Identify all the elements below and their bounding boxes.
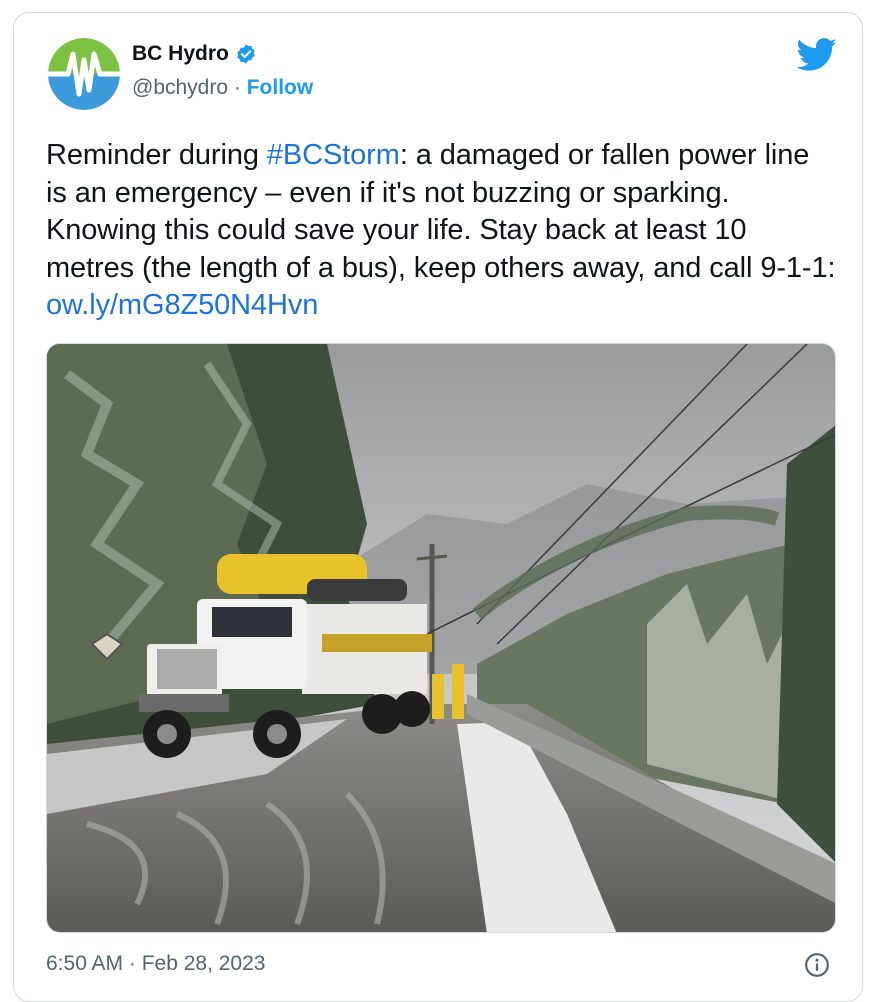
tweet-text-part: Reminder during <box>46 139 267 171</box>
separator: · <box>233 76 241 99</box>
author-name[interactable]: BC Hydro <box>132 42 229 66</box>
twitter-bird-icon[interactable] <box>796 38 838 72</box>
bc-hydro-logo-icon <box>48 38 120 110</box>
author-name-row[interactable]: BC Hydro <box>132 42 257 66</box>
follow-button[interactable]: Follow <box>247 76 314 99</box>
url-link[interactable]: ow.ly/mG8Z50N4Hvn <box>46 289 318 321</box>
storm-scene-image <box>47 344 835 932</box>
info-icon[interactable] <box>804 952 830 978</box>
handle-row: @bchydro · Follow <box>132 76 313 100</box>
author-handle[interactable]: @bchydro <box>132 76 228 99</box>
avatar[interactable] <box>48 38 120 110</box>
hashtag-link[interactable]: #BCStorm <box>267 139 400 171</box>
tweet-photo[interactable] <box>46 343 836 933</box>
verified-badge-icon <box>237 44 255 64</box>
tweet-text: Reminder during #BCStorm: a damaged or f… <box>46 137 836 325</box>
timestamp[interactable]: 6:50 AM · Feb 28, 2023 <box>46 952 265 976</box>
